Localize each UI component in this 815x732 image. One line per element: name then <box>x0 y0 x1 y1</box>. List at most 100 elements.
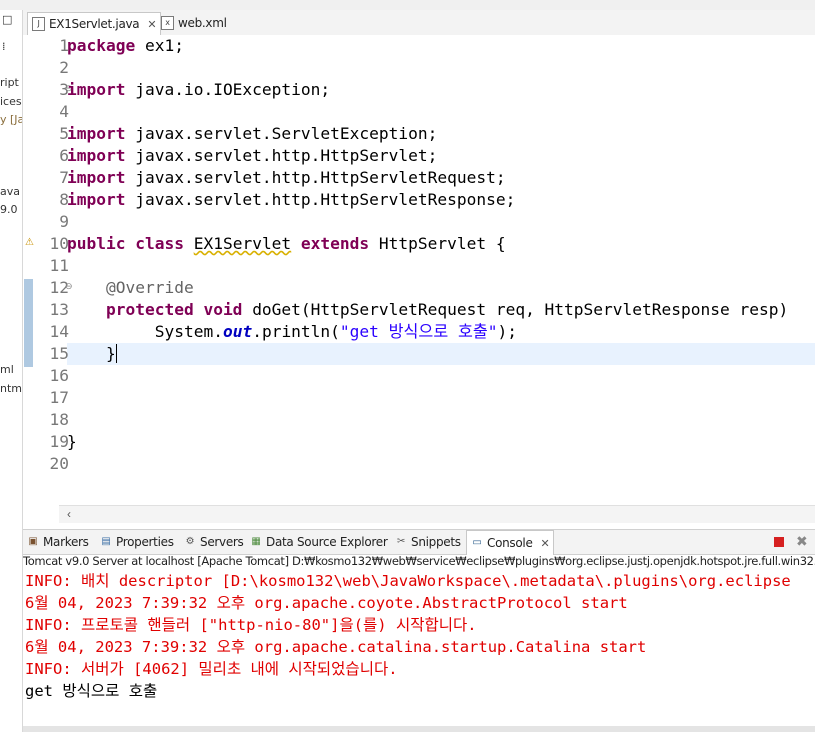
tree-fragment[interactable]: ices <box>0 95 22 108</box>
console-process-description: Tomcat v9.0 Server at localhost [Apache … <box>23 554 815 568</box>
code-line-7: import javax.servlet.http.HttpServletReq… <box>67 167 506 189</box>
string-literal: "get 방식으로 호출" <box>339 322 498 341</box>
tab-label: Console <box>487 536 533 550</box>
line-number: 11 <box>49 256 70 275</box>
line-number: 8 <box>59 190 69 209</box>
scroll-left-icon[interactable]: ‹ <box>67 507 71 521</box>
line-number: 2 <box>59 58 69 77</box>
keyword: protected <box>105 300 194 319</box>
keyword: import <box>67 190 126 209</box>
tab-web-xml[interactable]: x web.xml <box>157 12 231 34</box>
console-horizontal-scrollbar[interactable] <box>23 726 815 732</box>
text-cursor <box>115 344 117 363</box>
annotation: @Override <box>105 278 194 297</box>
console-line: INFO: 프로토콜 핸들러 ["http-nio-80"]을(를) 시작합니다… <box>25 616 477 634</box>
line-number: 12 <box>49 278 70 297</box>
code-text: javax.servlet.http.HttpServletResponse; <box>125 190 516 209</box>
code-text: javax.servlet.http.HttpServlet; <box>125 146 438 165</box>
console-line: INFO: 배치 descriptor [D:\kosmo132\web\Jav… <box>25 572 791 590</box>
line-number: 13 <box>49 300 70 319</box>
editor-horizontal-scrollbar[interactable]: ‹ <box>59 505 815 523</box>
line-number: 9 <box>59 212 69 231</box>
line-number: 10 <box>49 234 70 253</box>
keyword: class <box>125 234 194 253</box>
tab-data-source-explorer[interactable]: ▦ Data Source Explorer <box>250 530 387 554</box>
keyword: public <box>67 234 126 253</box>
tab-console[interactable]: ▭ Console ✕ <box>466 530 555 555</box>
code-editor[interactable]: 1 2 3 4 5 6 7 8 9 10 11 12 13 14 15 16 1… <box>23 35 815 505</box>
tab-servers[interactable]: ⚙ Servers <box>184 530 244 554</box>
keyword: void <box>193 300 253 319</box>
stop-icon <box>774 537 784 547</box>
snippets-icon: ✂ <box>396 536 406 547</box>
code-text: } <box>67 432 77 451</box>
bottom-view-tab-bar: ▣ Markers ▤ Properties ⚙ Servers ▦ Data … <box>23 529 815 555</box>
close-icon[interactable]: ✕ <box>541 537 550 550</box>
tree-fragment[interactable]: y [Ja <box>0 113 22 126</box>
line-number: 1 <box>59 36 69 55</box>
tree-fragment[interactable]: ript <box>0 76 19 89</box>
dotted-icon: ⁞ <box>2 40 6 53</box>
console-output[interactable]: INFO: 배치 descriptor [D:\kosmo132\web\Jav… <box>23 570 815 726</box>
line-number: 7 <box>59 168 69 187</box>
tab-label: Snippets <box>411 535 461 549</box>
code-line-12: @Override <box>67 277 194 299</box>
editor-tab-bar: J EX1Servlet.java ✕ x web.xml <box>23 10 815 36</box>
tab-snippets[interactable]: ✂ Snippets <box>395 530 461 554</box>
java-file-icon: J <box>32 17 45 31</box>
code-text: javax.servlet.http.HttpServletRequest; <box>125 168 506 187</box>
code-line-5: import javax.servlet.ServletException; <box>67 123 437 145</box>
tab-label: Data Source Explorer <box>266 535 388 549</box>
code-text: java.io.IOException; <box>125 80 331 99</box>
markers-icon: ▣ <box>28 536 38 547</box>
code-line-15: } <box>67 343 117 365</box>
console-line: get 방식으로 호출 <box>25 682 158 700</box>
code-text: HttpServlet { <box>378 234 506 253</box>
line-number: 19 <box>49 432 70 451</box>
properties-icon: ▤ <box>101 536 111 547</box>
tab-markers[interactable]: ▣ Markers <box>27 530 89 554</box>
code-line-3: import java.io.IOException; <box>67 79 330 101</box>
code-line-14: System.out.println("get 방식으로 호출"); <box>67 321 517 343</box>
code-line-19: } <box>67 431 77 453</box>
line-number: 18 <box>49 410 70 429</box>
code-line-10: public class EX1Servlet extends HttpServ… <box>67 233 506 255</box>
keyword: import <box>67 124 126 143</box>
console-line: 6월 04, 2023 7:39:32 오후 org.apache.coyote… <box>25 594 628 612</box>
keyword: import <box>67 80 126 99</box>
overview-ruler <box>23 35 35 505</box>
line-number-gutter: 1 2 3 4 5 6 7 8 9 10 11 12 13 14 15 16 1… <box>25 35 73 505</box>
class-name: EX1Servlet <box>193 234 292 253</box>
tree-fragment[interactable]: 9.0 <box>0 203 18 216</box>
line-number: 20 <box>49 454 70 473</box>
code-text: doGet(HttpServletRequest req, HttpServle… <box>252 300 789 319</box>
remove-launch-button[interactable]: ✖ <box>796 530 808 554</box>
line-number: 3 <box>59 80 69 99</box>
code-line-8: import javax.servlet.http.HttpServletRes… <box>67 189 515 211</box>
tab-ex1servlet-java[interactable]: J EX1Servlet.java ✕ <box>27 12 162 35</box>
line-number: 5 <box>59 124 69 143</box>
tab-properties[interactable]: ▤ Properties <box>100 530 174 554</box>
code-text: System. <box>154 322 223 341</box>
tree-fragment[interactable]: ava <box>0 185 20 198</box>
keyword: package <box>67 36 136 55</box>
warning-icon[interactable]: ⚠ <box>25 237 34 248</box>
line-number: 16 <box>49 366 70 385</box>
remove-icon: ✖ <box>796 534 808 550</box>
current-line-highlight <box>67 343 815 365</box>
tab-label: Properties <box>116 535 174 549</box>
tree-fragment[interactable]: ntm <box>0 382 22 395</box>
line-number: 14 <box>49 322 70 341</box>
data-source-icon: ▦ <box>251 536 261 547</box>
close-icon[interactable]: ✕ <box>147 18 156 31</box>
tab-label: Markers <box>43 535 89 549</box>
code-text: ); <box>497 322 518 341</box>
servers-icon: ⚙ <box>185 536 195 547</box>
code-text: .println( <box>252 322 340 341</box>
main-toolbar <box>0 0 815 10</box>
keyword: import <box>67 146 126 165</box>
tree-fragment[interactable]: ml <box>0 363 14 376</box>
terminate-button[interactable] <box>774 530 784 554</box>
package-explorer-panel: □ ⁞ ript ices y [Ja ava 9.0 ml ntm <box>0 10 23 732</box>
collapse-icon[interactable]: □ <box>2 13 12 26</box>
